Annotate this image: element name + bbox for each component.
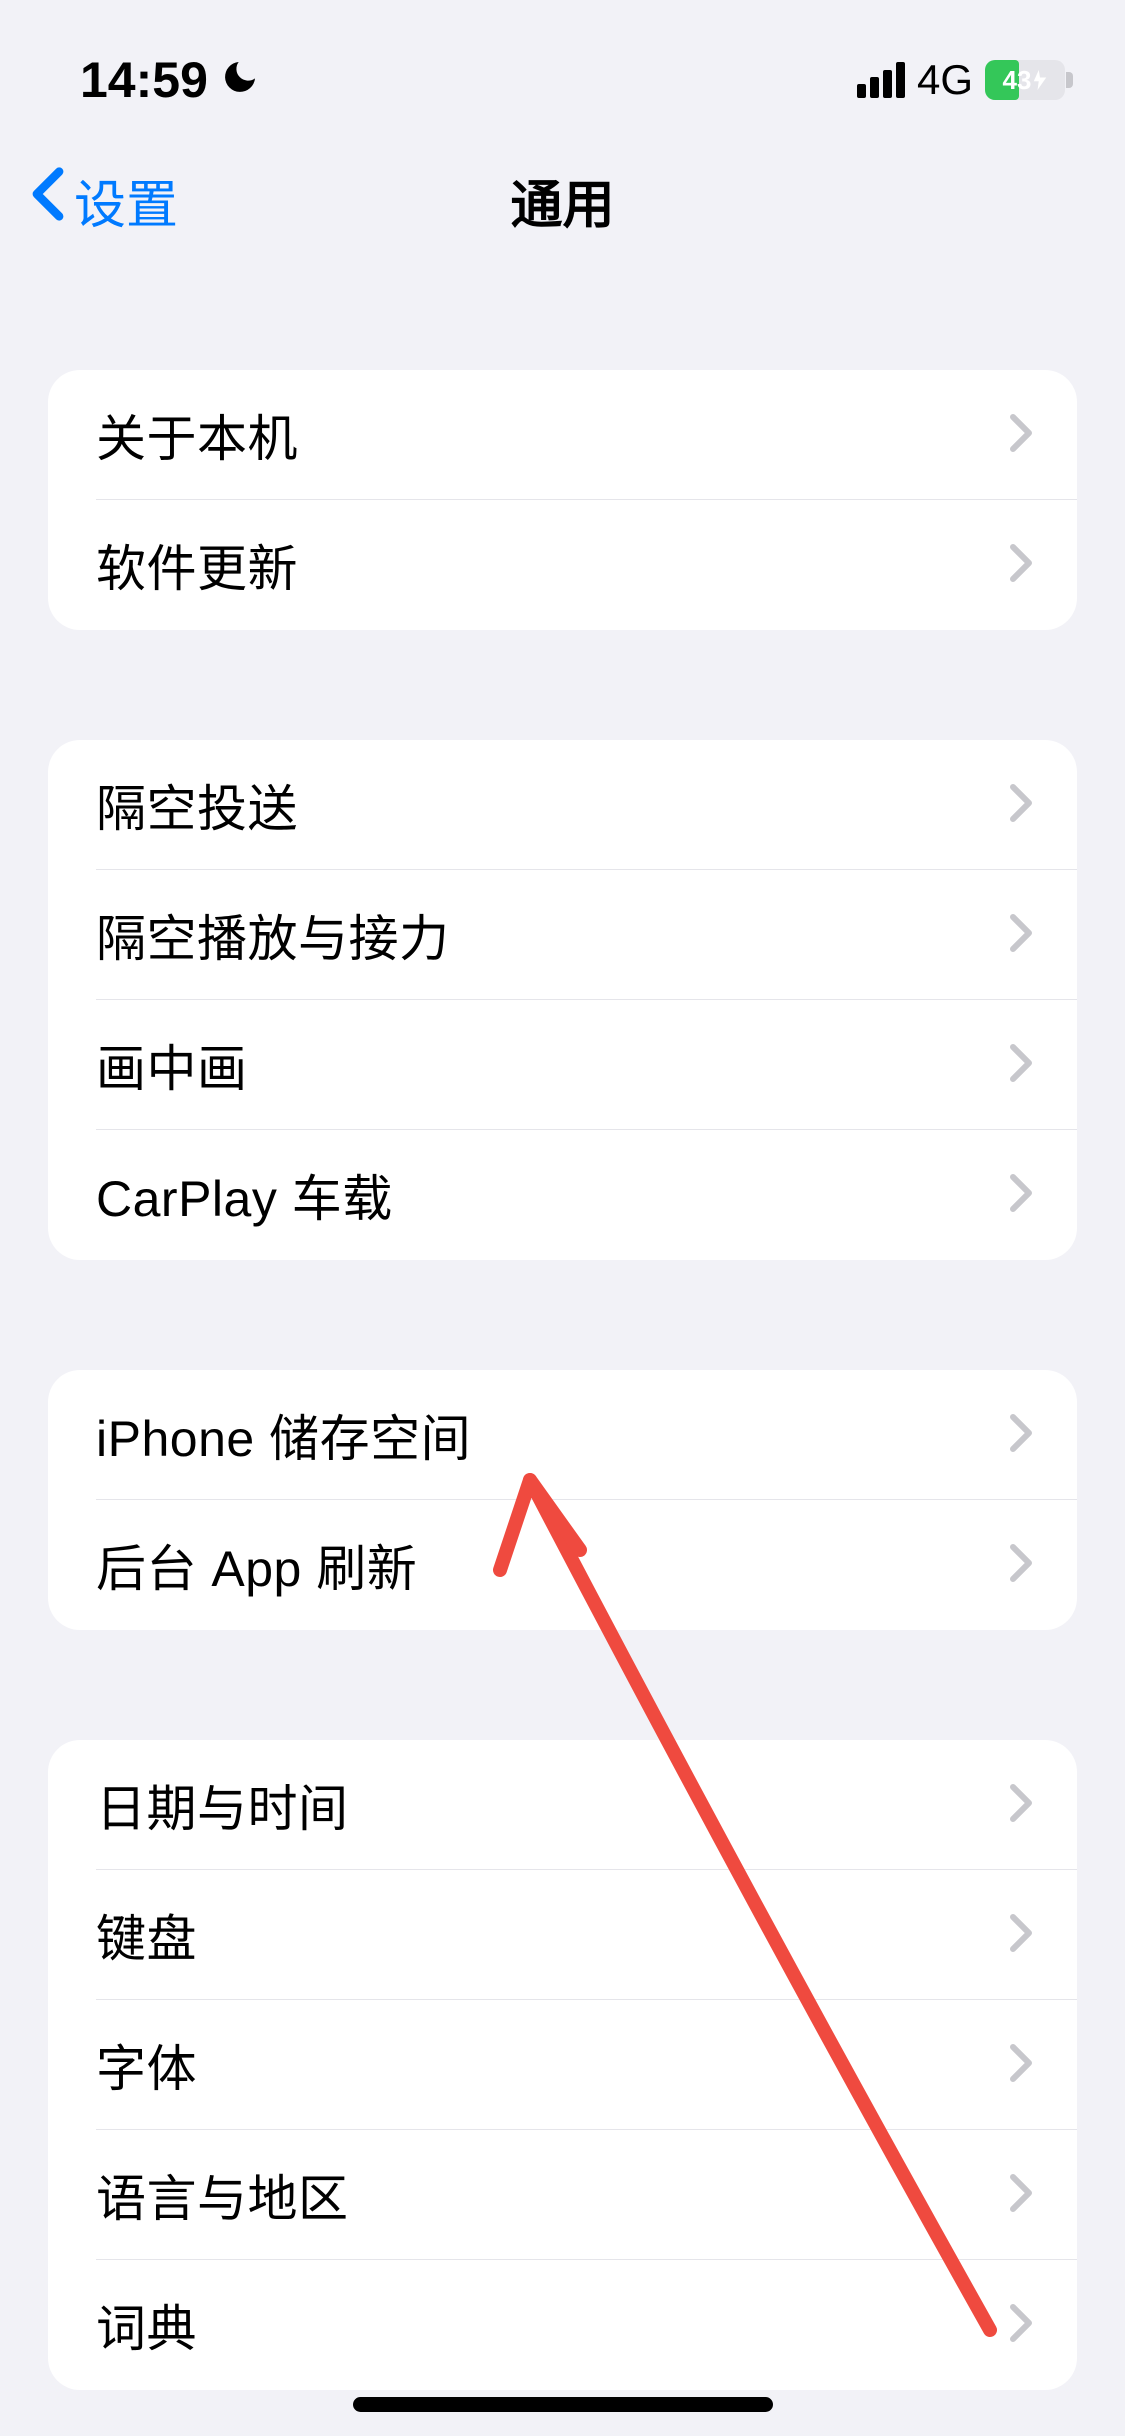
chevron-right-icon [1009, 543, 1033, 588]
row-software-update[interactable]: 软件更新 [48, 500, 1077, 630]
battery-percent: 43 [1003, 65, 1032, 96]
row-label: 关于本机 [96, 399, 298, 471]
row-airplay-handoff[interactable]: 隔空播放与接力 [48, 870, 1077, 1000]
row-keyboard[interactable]: 键盘 [48, 1870, 1077, 2000]
chevron-right-icon [1009, 2173, 1033, 2218]
settings-group-1: 关于本机 软件更新 [48, 370, 1077, 630]
nav-bar: 设置 通用 [0, 130, 1125, 270]
row-iphone-storage[interactable]: iPhone 储存空间 [48, 1370, 1077, 1500]
page-title: 通用 [510, 163, 614, 238]
row-label: 隔空播放与接力 [96, 899, 450, 971]
chevron-right-icon [1009, 783, 1033, 828]
chevron-right-icon [1009, 1413, 1033, 1458]
row-carplay[interactable]: CarPlay 车载 [48, 1130, 1077, 1260]
status-left: 14:59 [80, 51, 260, 109]
row-label: 日期与时间 [96, 1769, 349, 1841]
chevron-left-icon [30, 166, 66, 235]
row-airdrop[interactable]: 隔空投送 [48, 740, 1077, 870]
row-label: 隔空投送 [96, 769, 298, 841]
chevron-right-icon [1009, 1783, 1033, 1828]
chevron-right-icon [1009, 1173, 1033, 1218]
chevron-right-icon [1009, 1543, 1033, 1588]
row-pip[interactable]: 画中画 [48, 1000, 1077, 1130]
moon-icon [220, 51, 260, 109]
home-indicator[interactable] [353, 2397, 773, 2412]
settings-group-3: iPhone 储存空间 后台 App 刷新 [48, 1370, 1077, 1630]
row-label: 字体 [96, 2029, 197, 2101]
row-background-app-refresh[interactable]: 后台 App 刷新 [48, 1500, 1077, 1630]
status-time: 14:59 [80, 51, 208, 109]
battery-icon: 43 [985, 60, 1065, 100]
back-button[interactable]: 设置 [30, 163, 178, 238]
signal-icon [857, 62, 905, 98]
chevron-right-icon [1009, 1913, 1033, 1958]
row-label: 画中画 [96, 1029, 248, 1101]
row-fonts[interactable]: 字体 [48, 2000, 1077, 2130]
chevron-right-icon [1009, 2043, 1033, 2088]
chevron-right-icon [1009, 913, 1033, 958]
status-bar: 14:59 4G 43 [0, 0, 1125, 130]
chevron-right-icon [1009, 1043, 1033, 1088]
chevron-right-icon [1009, 413, 1033, 458]
back-label: 设置 [74, 163, 178, 238]
row-about[interactable]: 关于本机 [48, 370, 1077, 500]
row-language-region[interactable]: 语言与地区 [48, 2130, 1077, 2260]
row-label: 后台 App 刷新 [96, 1529, 417, 1601]
row-label: 语言与地区 [96, 2159, 349, 2231]
network-label: 4G [917, 56, 973, 104]
row-label: 键盘 [96, 1899, 197, 1971]
row-date-time[interactable]: 日期与时间 [48, 1740, 1077, 1870]
settings-group-2: 隔空投送 隔空播放与接力 画中画 CarPlay 车载 [48, 740, 1077, 1260]
row-dictionary[interactable]: 词典 [48, 2260, 1077, 2390]
chevron-right-icon [1009, 2303, 1033, 2348]
settings-group-4: 日期与时间 键盘 字体 语言与地区 词典 [48, 1740, 1077, 2390]
row-label: CarPlay 车载 [96, 1159, 393, 1231]
row-label: 词典 [96, 2289, 197, 2361]
content: 关于本机 软件更新 隔空投送 隔空播放与接力 画中画 [0, 370, 1125, 2390]
status-right: 4G 43 [857, 56, 1065, 104]
row-label: 软件更新 [96, 529, 298, 601]
row-label: iPhone 储存空间 [96, 1399, 471, 1471]
